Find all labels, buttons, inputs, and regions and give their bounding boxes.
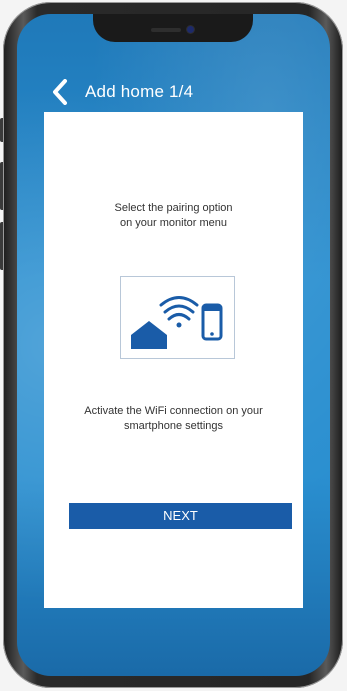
speaker-grille [151,28,181,32]
wifi-instruction: Activate the WiFi connection on your sma… [84,405,263,432]
phone-mockup: Add home 1/4 Select the pairing option o… [0,0,347,691]
app-header: Add home 1/4 [49,78,193,106]
pairing-instruction: Select the pairing option on your monito… [114,202,233,229]
pairing-illustration [120,276,235,359]
page-title: Add home 1/4 [85,82,194,101]
app-screen: Add home 1/4 Select the pairing option o… [17,14,330,676]
notch [93,14,253,42]
next-button[interactable]: NEXT [69,503,292,529]
content-card: Select the pairing option on your monito… [44,112,303,608]
front-camera [187,26,194,33]
back-button[interactable] [49,78,71,106]
chevron-left-icon [53,79,67,105]
wifi-icon [159,296,199,328]
smartphone-icon [201,303,223,341]
house-icon [131,321,167,349]
